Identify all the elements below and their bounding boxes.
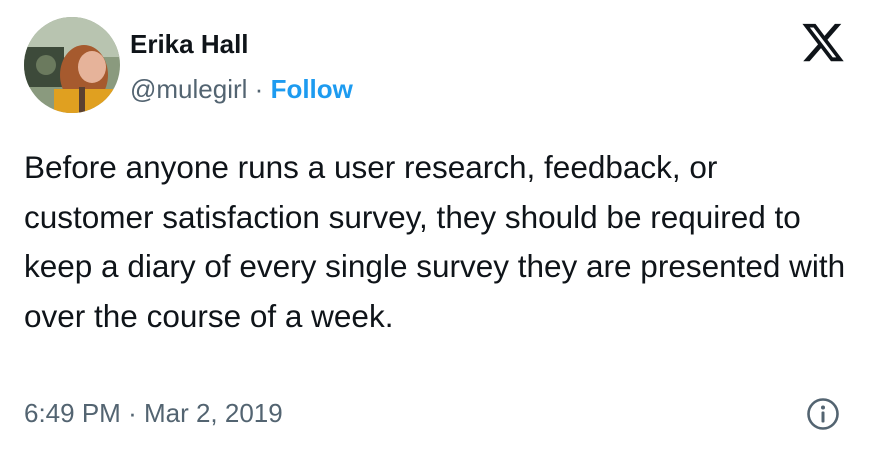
author-meta: @mulegirl · Follow <box>130 73 353 105</box>
follow-button[interactable]: Follow <box>271 74 353 104</box>
timestamp-separator: · <box>128 398 137 428</box>
info-icon[interactable] <box>806 397 840 431</box>
author-handle[interactable]: @mulegirl <box>130 74 247 104</box>
avatar[interactable] <box>24 17 120 113</box>
tweet-time: 6:49 PM <box>24 398 121 428</box>
meta-separator: · <box>254 74 264 104</box>
tweet-timestamp[interactable]: 6:49 PM · Mar 2, 2019 <box>24 397 283 429</box>
author-name[interactable]: Erika Hall <box>130 28 249 60</box>
x-logo-icon[interactable] <box>800 22 846 66</box>
tweet-date: Mar 2, 2019 <box>143 398 283 428</box>
tweet-card: Erika Hall @mulegirl · Follow Before any… <box>0 0 872 454</box>
tweet-text: Before anyone runs a user research, feed… <box>24 149 846 334</box>
